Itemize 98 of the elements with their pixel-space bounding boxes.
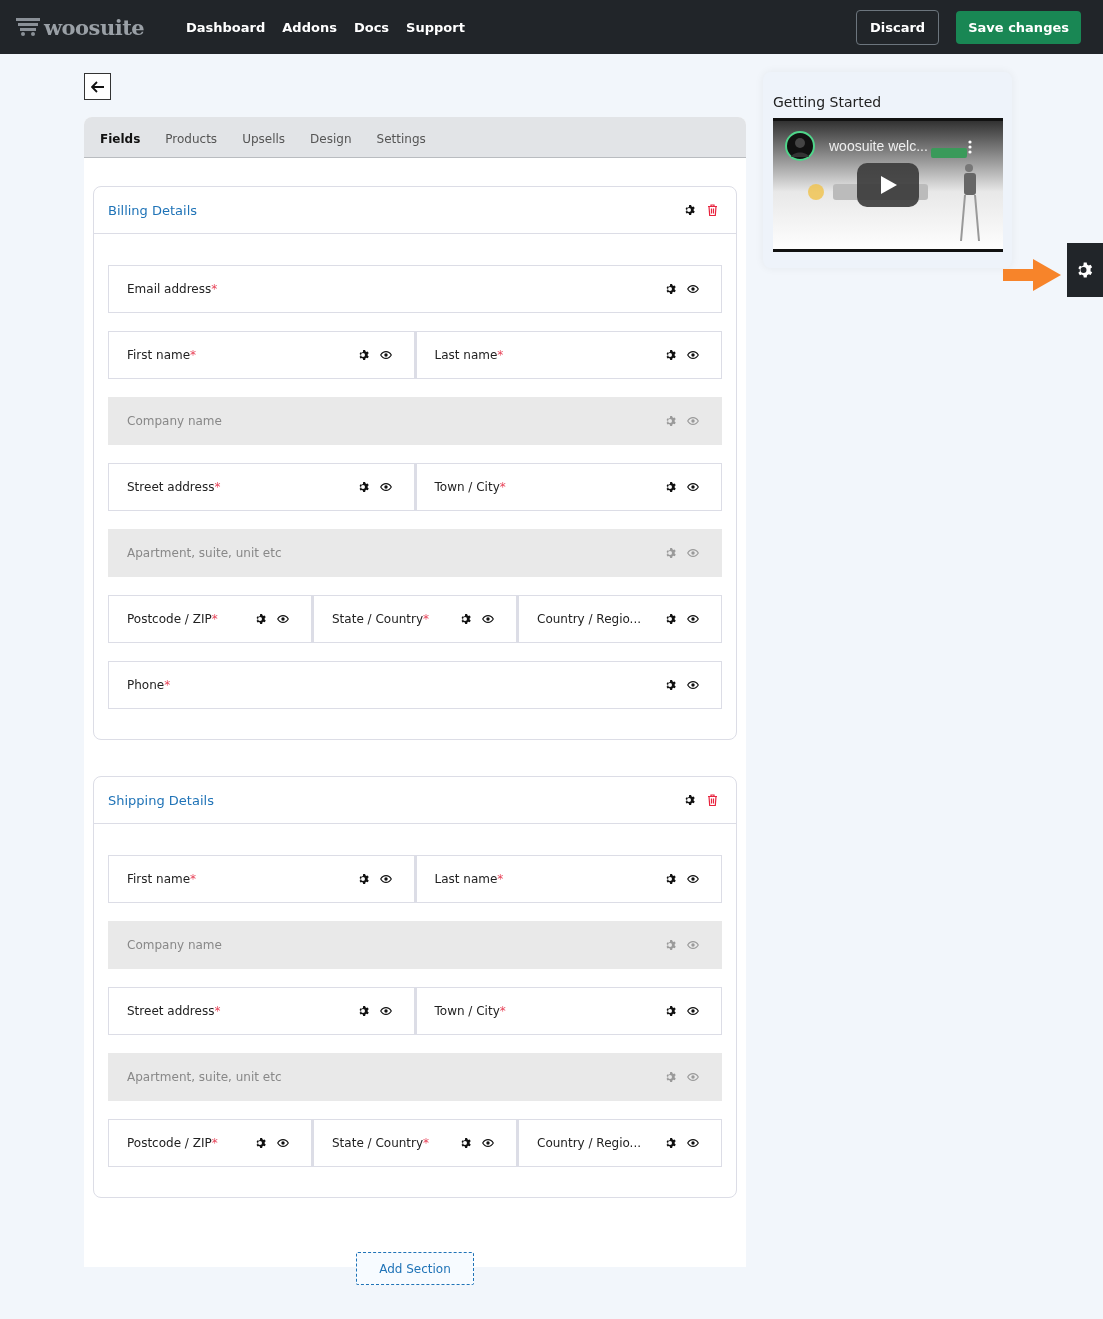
field-label: Last name*: [434, 872, 504, 886]
play-icon[interactable]: [857, 163, 919, 207]
field-label: Company name: [127, 414, 222, 428]
eye-icon[interactable]: [687, 681, 699, 689]
tab[interactable]: Fields: [100, 131, 152, 146]
settings-icon[interactable]: [684, 794, 696, 806]
nav-link[interactable]: Docs: [353, 19, 390, 35]
field-item[interactable]: Country / Regio...: [517, 595, 722, 643]
cart-icon: [16, 18, 40, 36]
eye-icon[interactable]: [687, 1139, 699, 1147]
discard-button[interactable]: Discard: [856, 9, 940, 45]
field-label: Apartment, suite, unit etc: [127, 1070, 282, 1084]
field-label: Street address*: [127, 480, 221, 494]
tab[interactable]: Settings: [376, 131, 437, 146]
delete-icon[interactable]: [707, 794, 718, 806]
field-label: Town / City*: [434, 480, 506, 494]
eye-icon[interactable]: [379, 1007, 392, 1015]
arrow-icon: [1003, 259, 1061, 291]
field-label: Email address*: [127, 282, 218, 296]
brand-logo[interactable]: woosuite: [44, 14, 145, 40]
settings-icon[interactable]: [665, 1005, 677, 1017]
eye-icon[interactable]: [482, 615, 494, 623]
settings-icon[interactable]: [665, 613, 677, 625]
nav-link[interactable]: Addons: [282, 19, 337, 35]
settings-icon[interactable]: [460, 1137, 472, 1149]
eye-icon[interactable]: [379, 875, 392, 883]
eye-icon[interactable]: [687, 285, 699, 293]
settings-icon[interactable]: [357, 349, 370, 361]
delete-icon[interactable]: [707, 204, 718, 216]
settings-icon[interactable]: [665, 1137, 677, 1149]
settings-icon[interactable]: [665, 481, 677, 493]
field-item[interactable]: Postcode / ZIP*: [108, 595, 312, 643]
settings-icon[interactable]: [357, 873, 370, 885]
eye-icon[interactable]: [277, 615, 289, 623]
field-label: Country / Regio...: [537, 612, 642, 626]
more-icon[interactable]: [968, 140, 972, 154]
field-item[interactable]: Street address*: [108, 463, 415, 511]
field-label: Phone*: [127, 678, 171, 692]
eye-icon[interactable]: [482, 1139, 494, 1147]
nav-link[interactable]: Support: [406, 19, 465, 35]
field-item[interactable]: Postcode / ZIP*: [108, 1119, 312, 1167]
add-section-button[interactable]: Add Section: [356, 1252, 474, 1285]
field-item[interactable]: Last name*: [414, 331, 722, 379]
settings-icon[interactable]: [357, 1005, 370, 1017]
settings-icon[interactable]: [460, 613, 472, 625]
field-label: Apartment, suite, unit etc: [127, 546, 282, 560]
field-label: First name*: [127, 872, 197, 886]
eye-icon[interactable]: [277, 1139, 289, 1147]
field-item[interactable]: Country / Regio...: [517, 1119, 722, 1167]
field-label: State / Country*: [332, 1136, 430, 1150]
field-label: Street address*: [127, 1004, 221, 1018]
section-title: Shipping Details: [108, 792, 214, 808]
eye-icon[interactable]: [687, 351, 699, 359]
field-item[interactable]: Phone*: [108, 661, 722, 709]
field-item[interactable]: Town / City*: [414, 463, 722, 511]
field-label: First name*: [127, 348, 197, 362]
settings-icon[interactable]: [357, 481, 370, 493]
channel-avatar: [785, 131, 815, 161]
nav-link[interactable]: Dashboard: [186, 19, 266, 35]
eye-icon[interactable]: [687, 875, 699, 883]
section-title: Billing Details: [108, 202, 198, 218]
tab[interactable]: Products: [165, 131, 229, 146]
settings-icon[interactable]: [665, 349, 677, 361]
back-button[interactable]: [84, 73, 111, 100]
settings-icon[interactable]: [255, 1137, 267, 1149]
back-arrow-icon: [90, 80, 105, 93]
field-label: Town / City*: [434, 1004, 506, 1018]
field-label: Postcode / ZIP*: [127, 612, 218, 626]
field-item[interactable]: Last name*: [414, 855, 722, 903]
field-label: State / Country*: [332, 612, 430, 626]
settings-icon[interactable]: [665, 873, 677, 885]
settings-icon[interactable]: [255, 613, 267, 625]
field-item[interactable]: State / Country*: [312, 1119, 517, 1167]
field-item[interactable]: First name*: [108, 855, 415, 903]
eye-icon[interactable]: [687, 483, 699, 491]
tab[interactable]: Design: [310, 131, 363, 146]
settings-icon[interactable]: [684, 204, 696, 216]
eye-icon[interactable]: [687, 615, 699, 623]
card-title: Getting Started: [773, 94, 883, 110]
field-label: Company name: [127, 938, 222, 952]
field-item[interactable]: First name*: [108, 331, 415, 379]
settings-icon[interactable]: [665, 679, 677, 691]
field-item[interactable]: Street address*: [108, 987, 415, 1035]
field-label: Postcode / ZIP*: [127, 1136, 218, 1150]
eye-icon[interactable]: [687, 1007, 699, 1015]
settings-button[interactable]: [1067, 243, 1103, 297]
save-button[interactable]: Save changes: [956, 10, 1081, 44]
settings-icon: [1076, 261, 1094, 279]
eye-icon[interactable]: [379, 483, 392, 491]
video-title[interactable]: woosuite welc...: [829, 138, 928, 154]
field-item[interactable]: State / Country*: [312, 595, 517, 643]
field-item[interactable]: Town / City*: [414, 987, 722, 1035]
field-label: Last name*: [434, 348, 504, 362]
eye-icon[interactable]: [379, 351, 392, 359]
field-item[interactable]: Email address*: [108, 265, 722, 313]
settings-icon[interactable]: [665, 283, 677, 295]
tab[interactable]: Upsells: [242, 131, 297, 146]
field-label: Country / Regio...: [537, 1136, 642, 1150]
